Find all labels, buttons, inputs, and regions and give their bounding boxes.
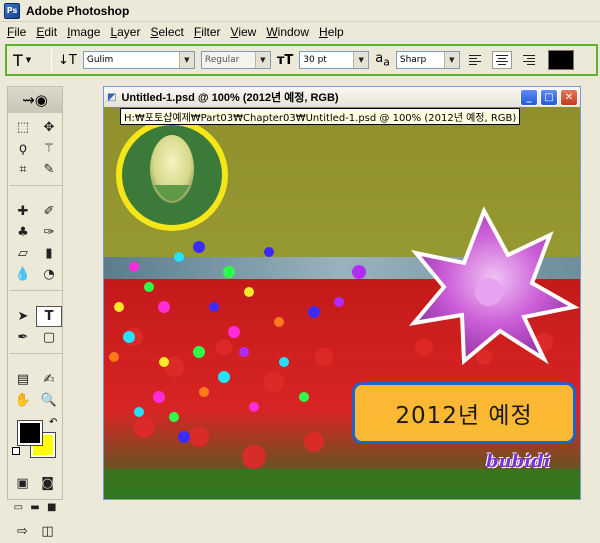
menu-select[interactable]: Select (145, 25, 188, 39)
font-family-select[interactable]: Gulim ▼ (82, 51, 195, 69)
document-title: Untitled-1.psd @ 100% (2012년 예정, RGB) (121, 92, 339, 104)
divider (10, 348, 62, 354)
swap-colors-icon[interactable]: ↶ (49, 417, 57, 428)
crop-tool-icon[interactable]: ⌗ (10, 159, 36, 180)
document-window: ◩ Untitled-1.psd @ 100% (2012년 예정, RGB) … (103, 86, 581, 500)
chevron-down-icon: ▼ (443, 52, 459, 68)
menu-window[interactable]: Window (261, 25, 314, 39)
magic-wand-tool-icon[interactable]: ⚚ (36, 138, 62, 159)
antialias-select[interactable]: Sharp ▼ (395, 51, 460, 69)
foreground-color-swatch[interactable] (17, 420, 43, 446)
photoshop-logo-icon: Ps (4, 2, 20, 19)
toolbox-header-feather-icon: ⇝◉ (8, 87, 62, 113)
chevron-down-icon: ▼ (25, 56, 32, 64)
history-brush-tool-icon[interactable]: ✑ (36, 222, 62, 243)
text-orientation-icon[interactable]: ↓T (58, 53, 77, 68)
shape-tool-icon[interactable]: ▢ (36, 327, 62, 348)
artist-signature: bubidi (486, 451, 551, 472)
menu-image[interactable]: Image (62, 25, 105, 39)
menu-edit[interactable]: Edit (31, 25, 62, 39)
toolbox: ⇝◉ ⬚ ✥ ϙ ⚚ ⌗ ✎ ✚ ✐ ♣ ✑ ▱ ▮ 💧 ◔ ➤ T ✒ ▢ ▤… (7, 86, 63, 539)
document-titlebar[interactable]: ◩ Untitled-1.psd @ 100% (2012년 예정, RGB) … (104, 87, 580, 107)
app-title: Adobe Photoshop (26, 3, 130, 18)
document-icon: ◩ (107, 91, 117, 103)
brush-tool-icon[interactable]: ✐ (36, 201, 62, 222)
dodge-tool-icon[interactable]: ◔ (36, 264, 62, 285)
font-style-value: Regular (204, 55, 240, 65)
full-screen-mode-icon[interactable]: ■ (43, 498, 60, 516)
full-screen-menu-mode-icon[interactable]: ▬ (27, 498, 44, 516)
standard-screen-mode-icon[interactable]: ▭ (10, 498, 27, 516)
tool-preset-picker[interactable]: T ▼ (13, 51, 45, 70)
menu-layer[interactable]: Layer (105, 25, 145, 39)
align-right-button[interactable] (518, 51, 538, 69)
move-tool-icon[interactable]: ✥ (36, 117, 62, 138)
hand-tool-icon[interactable]: ✋ (10, 390, 36, 411)
menu-bar: File Edit Image Layer Select Filter View… (0, 22, 600, 42)
blur-tool-icon[interactable]: 💧 (10, 264, 36, 285)
imageready-icon[interactable]: ◫ (37, 522, 59, 540)
menu-filter[interactable]: Filter (189, 25, 226, 39)
font-style-select[interactable]: Regular ▼ (200, 51, 271, 69)
gradient-tool-icon[interactable]: ▮ (36, 243, 62, 264)
marquee-tool-icon[interactable]: ⬚ (10, 117, 36, 138)
type-tool-icon: T (13, 50, 23, 70)
menu-view[interactable]: View (226, 25, 262, 39)
minimize-button[interactable]: _ (520, 88, 538, 106)
chevron-down-icon: ▼ (254, 52, 270, 68)
font-size-value: 30 pt (303, 55, 327, 65)
divider (51, 49, 52, 71)
chevron-down-icon: ▼ (353, 52, 369, 68)
jump-to-row: ⇨ ◫ (8, 519, 62, 543)
quick-mask-mode-icon[interactable]: ◙ (37, 474, 59, 492)
pen-tool-icon[interactable]: ✒ (10, 327, 36, 348)
eraser-tool-icon[interactable]: ▱ (10, 243, 36, 264)
clone-stamp-tool-icon[interactable]: ♣ (10, 222, 36, 243)
lasso-tool-icon[interactable]: ϙ (10, 138, 36, 159)
zoom-tool-icon[interactable]: 🔍 (36, 390, 62, 411)
default-colors-icon[interactable] (12, 447, 20, 455)
image-canvas[interactable]: 2012년 예정 bubidi (104, 107, 580, 499)
divider (10, 285, 62, 291)
notes-tool-icon[interactable]: ▤ (10, 369, 36, 390)
path-tooltip: H:₩포토샵예제₩Part03₩Chapter03₩Untitled-1.psd… (120, 108, 521, 125)
caption-box: 2012년 예정 (352, 382, 576, 444)
healing-brush-tool-icon[interactable]: ✚ (10, 201, 36, 222)
font-family-value: Gulim (86, 55, 114, 65)
align-left-button[interactable] (466, 51, 486, 69)
divider (10, 180, 62, 186)
type-tool-icon[interactable]: T (36, 306, 62, 327)
options-bar: T ▼ ↓T Gulim ▼ Regular ▼ ᴛT 30 pt ▼ aa S… (5, 44, 598, 76)
slice-tool-icon[interactable]: ✎ (36, 159, 62, 180)
caption-text: 2012년 예정 (395, 403, 533, 429)
menu-file[interactable]: File (2, 25, 31, 39)
eyedropper-tool-icon[interactable]: ✍ (36, 369, 62, 390)
font-size-select[interactable]: 30 pt ▼ (299, 51, 370, 69)
mask-mode-row: ▣ ◙ (8, 471, 62, 495)
text-color-swatch[interactable] (547, 50, 574, 70)
app-titlebar: Ps Adobe Photoshop (0, 0, 600, 22)
color-well: ↶ (12, 417, 58, 465)
screen-mode-row: ▭ ▬ ■ (8, 495, 62, 519)
path-selection-tool-icon[interactable]: ➤ (10, 306, 36, 327)
maximize-button[interactable]: □ (540, 88, 558, 106)
jump-to-imageready-icon[interactable]: ⇨ (12, 522, 34, 540)
tulip-badge (116, 119, 228, 231)
leaf-strokes (104, 469, 580, 499)
chevron-down-icon: ▼ (178, 52, 194, 68)
menu-help[interactable]: Help (314, 25, 349, 39)
antialias-icon: aa (375, 51, 390, 69)
standard-mode-icon[interactable]: ▣ (12, 474, 34, 492)
align-center-button[interactable] (491, 51, 512, 69)
close-button[interactable]: ✕ (560, 88, 578, 106)
antialias-value: Sharp (399, 55, 427, 65)
font-size-icon: ᴛT (276, 52, 294, 68)
